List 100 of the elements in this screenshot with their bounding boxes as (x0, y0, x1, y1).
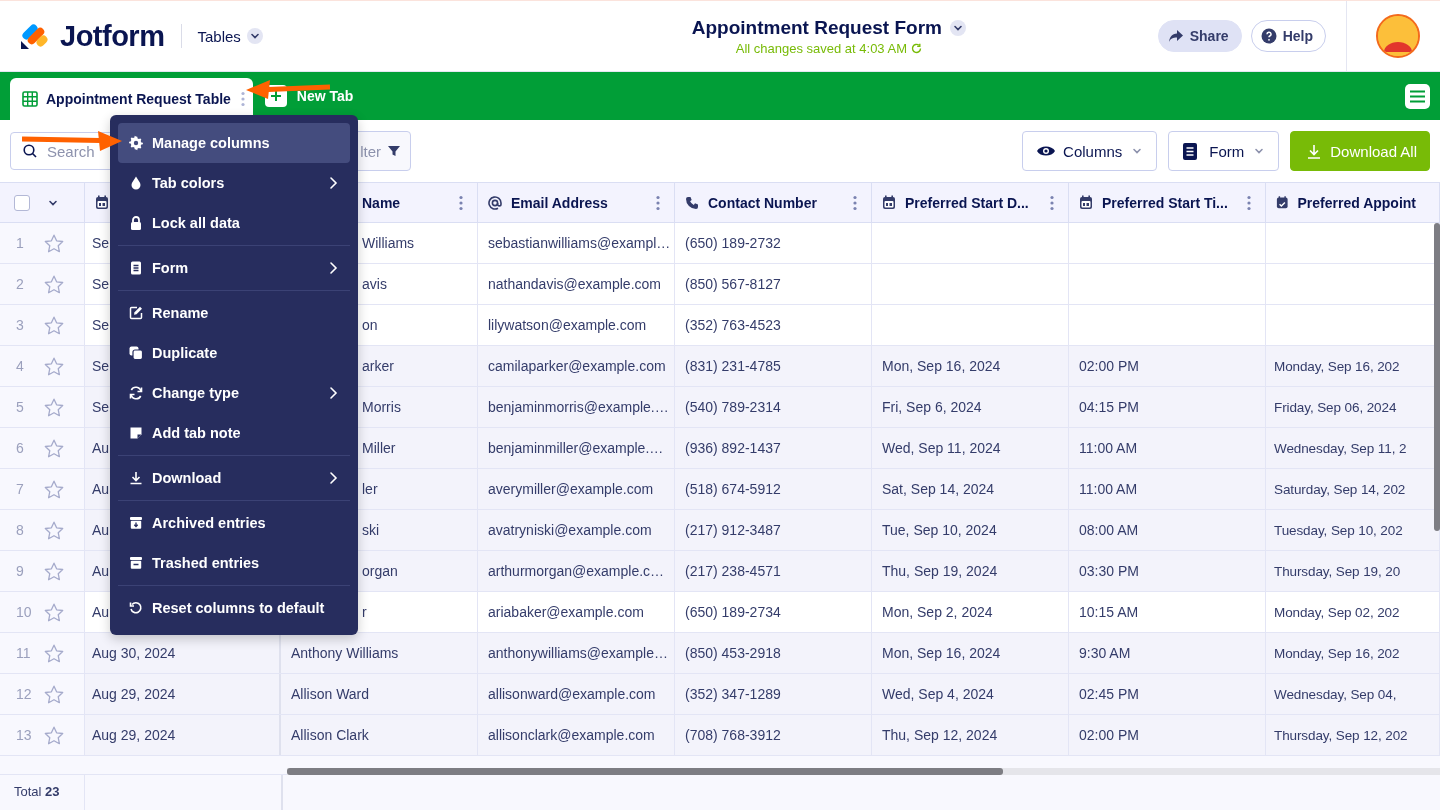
table-cell: Miller (362, 440, 396, 456)
table-cell: Se (92, 358, 110, 374)
table-cell: Morris (362, 399, 401, 415)
menu-item[interactable]: Form (118, 248, 350, 288)
table-cell: Monday, Sep 16, 202 (1274, 645, 1400, 661)
table-cell: Monday, Sep 02, 202 (1274, 604, 1400, 620)
table-cell: Wednesday, Sep 04, (1274, 686, 1397, 702)
refresh-icon (128, 385, 144, 401)
table-cell: Tue, Sep 10, 2024 (882, 522, 997, 538)
table-cell: (217) 912-3487 (685, 522, 781, 538)
table-row[interactable]: 13 Aug 29, 2024 Allison Clark allisonclark@example.com (708) 768-3912 Thu, Sep 12, 2024 02:00 PM Thursday, Sep 12, 202 (0, 715, 1440, 756)
product-switcher[interactable]: Tables (197, 27, 263, 45)
share-button[interactable]: Share (1157, 20, 1242, 52)
more-options-icon[interactable] (459, 194, 463, 211)
menu-item[interactable]: Tab colors (118, 163, 350, 203)
table-cell: benjaminmiller@example.… (488, 440, 664, 456)
form-button[interactable]: Form (1168, 131, 1280, 171)
star-icon[interactable] (44, 397, 64, 417)
table-cell: (518) 674-5912 (685, 481, 781, 497)
title-dropdown[interactable] (949, 19, 966, 36)
table-cell: avis (362, 276, 387, 292)
row-number: 9 (15, 563, 25, 579)
eye-icon (1037, 145, 1056, 157)
vertical-scrollbar[interactable] (1434, 223, 1440, 531)
avatar[interactable] (1376, 14, 1420, 58)
select-all-checkbox[interactable] (14, 194, 30, 211)
table-cell: Se (92, 276, 110, 292)
table-cell: Sat, Sep 14, 2024 (882, 481, 995, 497)
table-cell: Au (92, 440, 110, 456)
menu-item[interactable]: Download (118, 458, 350, 498)
more-options-icon[interactable] (240, 91, 245, 107)
table-cell: Thu, Sep 12, 2024 (882, 727, 998, 743)
search-icon (23, 144, 37, 158)
table-cell: ski (362, 522, 380, 538)
column-header[interactable]: Preferred Start D... (905, 194, 1029, 211)
table-cell: r (362, 604, 367, 620)
star-icon[interactable] (44, 520, 64, 540)
star-icon[interactable] (44, 602, 64, 622)
table-cell: sebastianwilliams@exampl… (488, 235, 671, 251)
table-cell: 11:00 AM (1079, 481, 1138, 497)
star-icon[interactable] (44, 561, 64, 581)
table-cell: benjaminmorris@example.… (488, 399, 669, 415)
table-cell: (540) 789-2314 (685, 399, 781, 415)
table-cell: on (362, 317, 378, 333)
row-number: 3 (15, 317, 25, 333)
table-cell: (850) 567-8127 (685, 276, 781, 292)
table-cell: 03:30 PM (1079, 563, 1139, 579)
row-number: 13 (15, 727, 33, 743)
more-options-icon[interactable] (1247, 194, 1251, 211)
table-cell: (650) 189-2734 (685, 604, 781, 620)
column-header[interactable]: Contact Number (708, 194, 817, 211)
edit-icon (128, 305, 144, 321)
save-status: All changes saved at 4:03 AM (735, 40, 907, 56)
column-header[interactable]: Preferred Start Ti... (1102, 194, 1228, 211)
row-number: 11 (15, 645, 32, 661)
menu-item[interactable]: Manage columns (118, 123, 350, 163)
table-cell: allisonclark@example.com (488, 727, 655, 743)
table-cell: Anthony Williams (291, 645, 399, 661)
logo-text: Jotform (60, 19, 165, 53)
star-icon[interactable] (44, 315, 64, 335)
form-title: Appointment Request Form (691, 16, 942, 39)
gear-icon (128, 135, 144, 151)
more-options-icon[interactable] (1050, 194, 1054, 211)
star-icon[interactable] (44, 356, 64, 376)
table-cell: Friday, Sep 06, 2024 (1274, 399, 1397, 415)
table-cell: organ (362, 563, 398, 579)
star-icon[interactable] (44, 684, 64, 704)
table-cell: Se (92, 399, 110, 415)
columns-button[interactable]: Columns (1022, 131, 1158, 171)
more-options-icon[interactable] (853, 194, 857, 211)
table-row[interactable]: 12 Aug 29, 2024 Allison Ward allisonward@example.com (352) 347-1289 Wed, Sep 4, 2024 02:45 PM Wednesday, Sep 04, (0, 674, 1440, 715)
table-cell: 02:45 PM (1079, 686, 1139, 702)
star-icon[interactable] (44, 643, 64, 663)
star-icon[interactable] (44, 479, 64, 499)
more-options-icon[interactable] (656, 194, 660, 211)
table-row[interactable]: 11 Aug 30, 2024 Anthony Williams anthonywilliams@example… (850) 453-2918 Mon, Sep 16, 2024 9:30 AM Monday, Sep 16, 202 (0, 633, 1440, 674)
horizontal-scrollbar[interactable] (287, 768, 1440, 775)
table-cell: arthurmorgan@example.c… (488, 563, 665, 579)
table-cell: Au (92, 481, 110, 497)
table-cell: arker (362, 358, 394, 374)
row-number: 1 (15, 235, 25, 251)
star-icon[interactable] (44, 274, 64, 294)
star-icon[interactable] (44, 438, 64, 458)
lock-icon (128, 215, 144, 231)
column-header[interactable]: Preferred Appoint (1297, 194, 1416, 211)
filter-icon (388, 145, 400, 157)
table-cell: Aug 30, 2024 (92, 645, 176, 661)
menu-icon[interactable] (1405, 83, 1430, 109)
star-icon[interactable] (44, 725, 64, 745)
table-tab[interactable]: Appointment Request Table (10, 78, 253, 120)
column-header[interactable]: Email Address (511, 194, 608, 211)
row-number: 4 (15, 358, 25, 374)
table-cell: camilaparker@example.com (488, 358, 666, 374)
table-cell: avatryniski@example.com (488, 522, 652, 538)
column-header[interactable]: Name (362, 194, 401, 211)
table-cell: 9:30 AM (1079, 645, 1131, 661)
table-cell: Wednesday, Sep 11, 2 (1274, 440, 1407, 456)
table-cell: Wed, Sep 4, 2024 (882, 686, 994, 702)
help-button[interactable]: Help (1250, 20, 1326, 52)
star-icon[interactable] (44, 233, 64, 253)
